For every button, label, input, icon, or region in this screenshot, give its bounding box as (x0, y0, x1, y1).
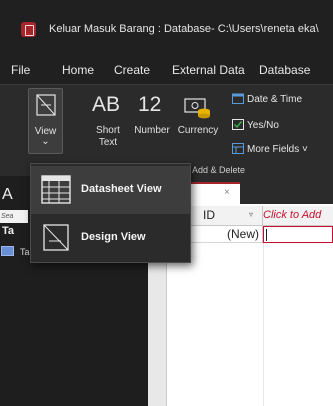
grid-divider (263, 243, 264, 406)
column-id-label: ID (203, 208, 215, 222)
click-to-add-cell[interactable] (263, 226, 333, 243)
more-fields-label: More Fields ˅ (247, 144, 308, 155)
short-text-button[interactable]: AB Short Text (86, 85, 130, 155)
nav-search-input[interactable]: Sea (0, 210, 28, 223)
menu-file[interactable]: File (11, 63, 30, 77)
short-text-label-line1: Short (96, 125, 120, 136)
nav-section-header[interactable]: Ta (2, 225, 14, 237)
menu-item-datasheet-view[interactable]: Datasheet View (31, 166, 190, 214)
column-header-click-to-add[interactable]: Click to Add (263, 206, 333, 226)
currency-button[interactable]: Currency (174, 85, 222, 155)
nav-pane-title: A (2, 186, 13, 203)
more-fields-button[interactable]: More Fields ˅ (232, 143, 308, 155)
ribbon-group-label: Add & Delete (192, 165, 246, 175)
window-title: Keluar Masuk Barang : Database- C:\Users… (49, 23, 319, 35)
design-view-label: Design View (81, 231, 146, 243)
more-fields-icon (232, 143, 244, 154)
number-button[interactable]: 12 Number (130, 85, 174, 155)
currency-icon (184, 98, 210, 119)
menu-create[interactable]: Create (114, 63, 150, 77)
number-label: Number (134, 125, 170, 136)
date-time-button[interactable]: Date & Time (232, 93, 302, 105)
menu-home[interactable]: Home (62, 63, 94, 77)
calendar-icon (232, 93, 244, 104)
number-icon: 12 (138, 93, 162, 116)
close-icon[interactable]: × (224, 187, 230, 198)
menu-bar: File Home Create External Data Database (0, 58, 333, 84)
datasheet-view-icon (41, 175, 71, 204)
menu-database[interactable]: Database (259, 63, 310, 77)
chevron-down-icon: ⌄ (41, 136, 50, 147)
design-view-icon (43, 224, 69, 251)
sort-arrow-icon[interactable]: ▿ (249, 210, 253, 219)
click-to-add-label: Click to Add (263, 209, 322, 221)
short-text-icon: AB (92, 93, 121, 116)
yes-no-button[interactable]: Yes/No (232, 119, 279, 131)
view-button[interactable]: View ⌄ (28, 88, 63, 154)
menu-item-design-view[interactable]: Design View (31, 214, 190, 262)
date-time-label: Date & Time (247, 94, 303, 105)
access-logo-icon (21, 22, 36, 37)
short-text-label-line2: Text (98, 137, 118, 148)
datasheet-view-label: Datasheet View (81, 183, 162, 195)
view-dropdown-menu: Datasheet View Design View (30, 163, 191, 263)
yes-no-label: Yes/No (247, 120, 279, 131)
table-icon (1, 246, 14, 256)
text-caret (266, 229, 267, 241)
menu-external-data[interactable]: External Data (172, 63, 245, 77)
checkbox-icon (232, 119, 244, 130)
title-bar: Keluar Masuk Barang : Database- C:\Users… (0, 0, 333, 58)
currency-label: Currency (177, 125, 219, 136)
view-icon (36, 94, 56, 116)
